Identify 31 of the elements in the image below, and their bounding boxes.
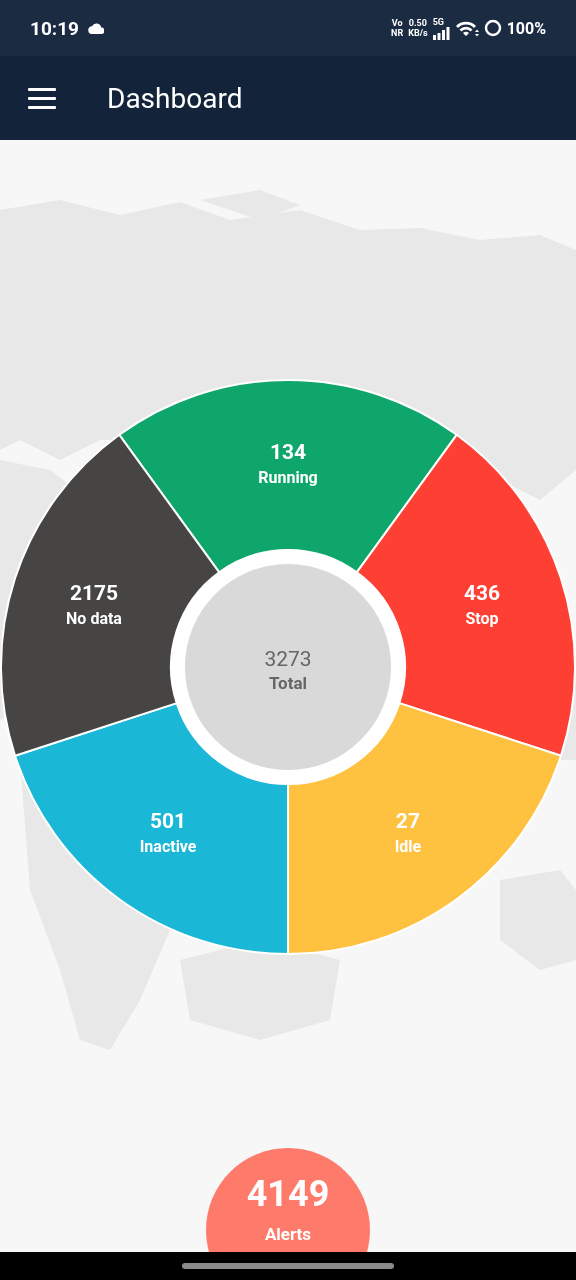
menu-button[interactable] xyxy=(28,87,56,109)
signal-icon xyxy=(432,26,450,40)
clock-time: 10:19 xyxy=(30,16,79,40)
segment-count: 436 xyxy=(463,580,501,605)
speed-label: 0.50 xyxy=(408,18,427,28)
segment-label: No data xyxy=(66,608,122,628)
speed-label: KB/s xyxy=(408,28,428,38)
wifi-icon xyxy=(454,19,479,37)
wheel-segment[interactable] xyxy=(14,702,289,955)
segment-count: 27 xyxy=(395,809,420,834)
network-label: NR xyxy=(391,28,404,38)
menu-icon xyxy=(28,87,56,109)
segment-count: 2175 xyxy=(69,580,119,605)
segment-label: Idle xyxy=(394,837,422,857)
wheel-segment[interactable] xyxy=(0,433,221,757)
network-type: 5G xyxy=(432,16,444,27)
wheel-segment[interactable] xyxy=(118,379,458,574)
alerts-label: Alerts xyxy=(264,1224,312,1244)
segment-count: 134 xyxy=(269,440,307,464)
segment-label: Running xyxy=(258,468,318,487)
total-count: 3273 xyxy=(264,647,312,671)
network-label: Vo xyxy=(391,18,403,28)
segment-count: 501 xyxy=(150,809,187,834)
segment-label: Inactive xyxy=(139,837,197,857)
cloud-icon xyxy=(86,21,104,35)
screen-title: Dashboard xyxy=(107,81,243,115)
alerts-circle[interactable]: 4149 Alerts xyxy=(206,1148,370,1252)
alerts-count: 4149 xyxy=(246,1174,330,1214)
segment-label: Stop xyxy=(465,608,499,628)
total-label: Total xyxy=(269,673,307,693)
battery-percent: 100% xyxy=(506,18,546,38)
